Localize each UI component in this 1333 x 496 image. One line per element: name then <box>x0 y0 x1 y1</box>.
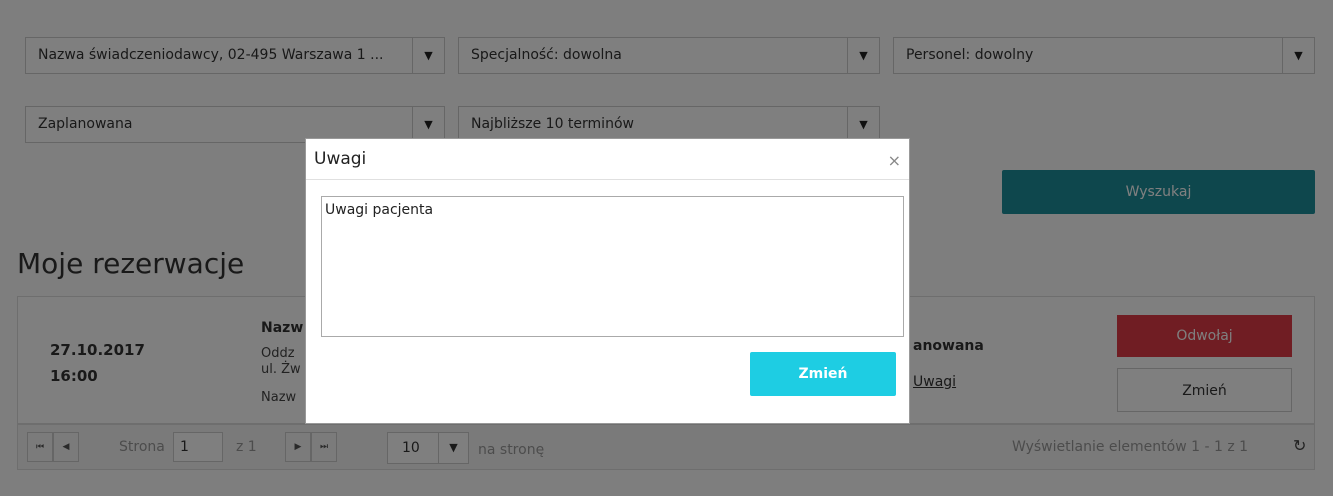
modal-divider <box>306 179 909 180</box>
notes-textarea[interactable]: Uwagi pacjenta <box>321 196 904 337</box>
close-icon[interactable]: × <box>888 151 901 170</box>
notes-modal: Uwagi × Uwagi pacjenta Zmień <box>305 138 910 424</box>
modal-submit-button[interactable]: Zmień <box>750 352 896 396</box>
modal-title: Uwagi <box>314 149 367 169</box>
